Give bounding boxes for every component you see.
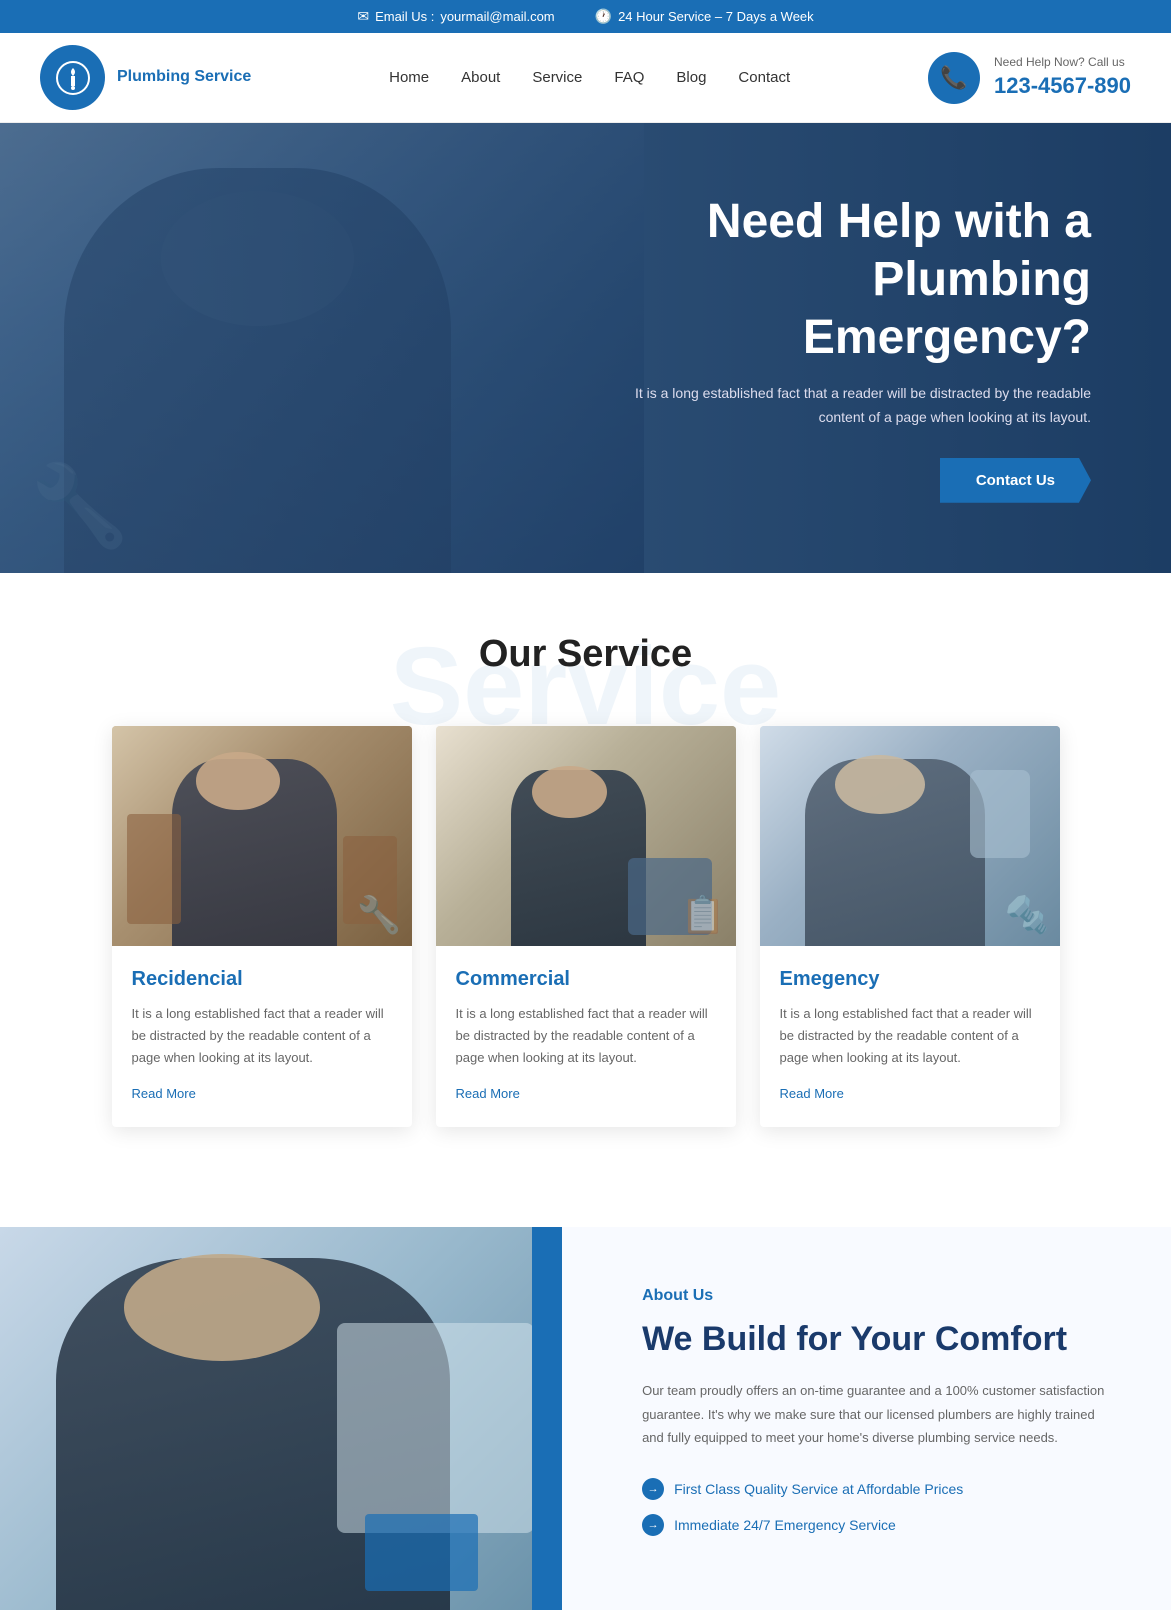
- email-label: Email Us :: [375, 9, 434, 24]
- emergency-title: Emegency: [780, 968, 1040, 991]
- services-section: Service Our Service 🔧 Recidencial It is …: [0, 573, 1171, 1207]
- commercial-image: 📋: [436, 726, 736, 946]
- about-feature-1: → First Class Quality Service at Afforda…: [642, 1478, 1111, 1500]
- phone-area: 📞 Need Help Now? Call us 123-4567-890: [928, 52, 1131, 104]
- about-text: Our team proudly offers an on-time guara…: [642, 1379, 1111, 1449]
- phone-icon: 📞: [928, 52, 980, 104]
- about-content: About Us We Build for Your Comfort Our t…: [562, 1227, 1171, 1609]
- feature-arrow-2: →: [642, 1514, 664, 1536]
- phone-number: 123-4567-890: [994, 71, 1131, 102]
- phone-text-block: Need Help Now? Call us 123-4567-890: [994, 54, 1131, 102]
- about-section: About Us We Build for Your Comfort Our t…: [0, 1227, 1171, 1609]
- emergency-read-more[interactable]: Read More: [780, 1086, 844, 1101]
- service-card-emergency: 🔩 Emegency It is a long established fact…: [760, 726, 1060, 1127]
- hero-content: Need Help with a Plumbing Emergency? It …: [591, 193, 1091, 502]
- service-card-commercial: 📋 Commercial It is a long established fa…: [436, 726, 736, 1127]
- about-features-list: → First Class Quality Service at Afforda…: [642, 1478, 1111, 1536]
- nav-about[interactable]: About: [461, 69, 500, 86]
- nav-service[interactable]: Service: [532, 69, 582, 86]
- service-hours-item: 🕐 24 Hour Service – 7 Days a Week: [595, 8, 814, 25]
- top-bar: ✉ Email Us : yourmail@mail.com 🕐 24 Hour…: [0, 0, 1171, 33]
- main-nav: Home About Service FAQ Blog Contact: [389, 69, 790, 86]
- email-icon: ✉: [357, 8, 369, 25]
- logo-icon: [40, 45, 105, 110]
- contact-us-button[interactable]: Contact Us: [940, 458, 1091, 503]
- email-value: yourmail@mail.com: [440, 9, 554, 24]
- clock-icon: 🕐: [595, 8, 612, 25]
- logo-area: Plumbing Service: [40, 45, 251, 110]
- nav-blog[interactable]: Blog: [676, 69, 706, 86]
- about-image: [0, 1227, 562, 1609]
- about-blue-accent: [532, 1227, 562, 1609]
- nav-faq[interactable]: FAQ: [614, 69, 644, 86]
- feature-arrow-1: →: [642, 1478, 664, 1500]
- service-card-residential: 🔧 Recidencial It is a long established f…: [112, 726, 412, 1127]
- residential-text: It is a long established fact that a rea…: [132, 1003, 392, 1069]
- services-title: Our Service: [60, 633, 1111, 676]
- need-help-label: Need Help Now? Call us: [994, 54, 1131, 71]
- feature-1-text: First Class Quality Service at Affordabl…: [674, 1481, 963, 1497]
- nav-contact[interactable]: Contact: [738, 69, 790, 86]
- about-feature-2: → Immediate 24/7 Emergency Service: [642, 1514, 1111, 1536]
- emergency-card-body: Emegency It is a long established fact t…: [760, 946, 1060, 1127]
- service-cards-container: 🔧 Recidencial It is a long established f…: [60, 726, 1111, 1127]
- email-bar-item: ✉ Email Us : yourmail@mail.com: [357, 8, 554, 25]
- emergency-text: It is a long established fact that a rea…: [780, 1003, 1040, 1069]
- residential-icon: 🔧: [357, 894, 402, 936]
- about-title: We Build for Your Comfort: [642, 1317, 1111, 1361]
- feature-2-text: Immediate 24/7 Emergency Service: [674, 1517, 896, 1533]
- logo-text: Plumbing Service: [117, 67, 251, 88]
- residential-card-body: Recidencial It is a long established fac…: [112, 946, 412, 1127]
- residential-title: Recidencial: [132, 968, 392, 991]
- residential-read-more[interactable]: Read More: [132, 1086, 196, 1101]
- commercial-text: It is a long established fact that a rea…: [456, 1003, 716, 1069]
- emergency-image: 🔩: [760, 726, 1060, 946]
- nav-home[interactable]: Home: [389, 69, 429, 86]
- hero-section: Need Help with a Plumbing Emergency? It …: [0, 123, 1171, 573]
- hero-subtitle: It is a long established fact that a rea…: [591, 382, 1091, 430]
- emergency-icon: 🔩: [1005, 894, 1050, 936]
- commercial-card-body: Commercial It is a long established fact…: [436, 946, 736, 1127]
- commercial-title: Commercial: [456, 968, 716, 991]
- commercial-read-more[interactable]: Read More: [456, 1086, 520, 1101]
- about-label: About Us: [642, 1287, 1111, 1305]
- hero-title: Need Help with a Plumbing Emergency?: [591, 193, 1091, 366]
- commercial-icon: 📋: [681, 894, 726, 936]
- residential-image: 🔧: [112, 726, 412, 946]
- service-hours-text: 24 Hour Service – 7 Days a Week: [618, 9, 814, 24]
- site-header: Plumbing Service Home About Service FAQ …: [0, 33, 1171, 123]
